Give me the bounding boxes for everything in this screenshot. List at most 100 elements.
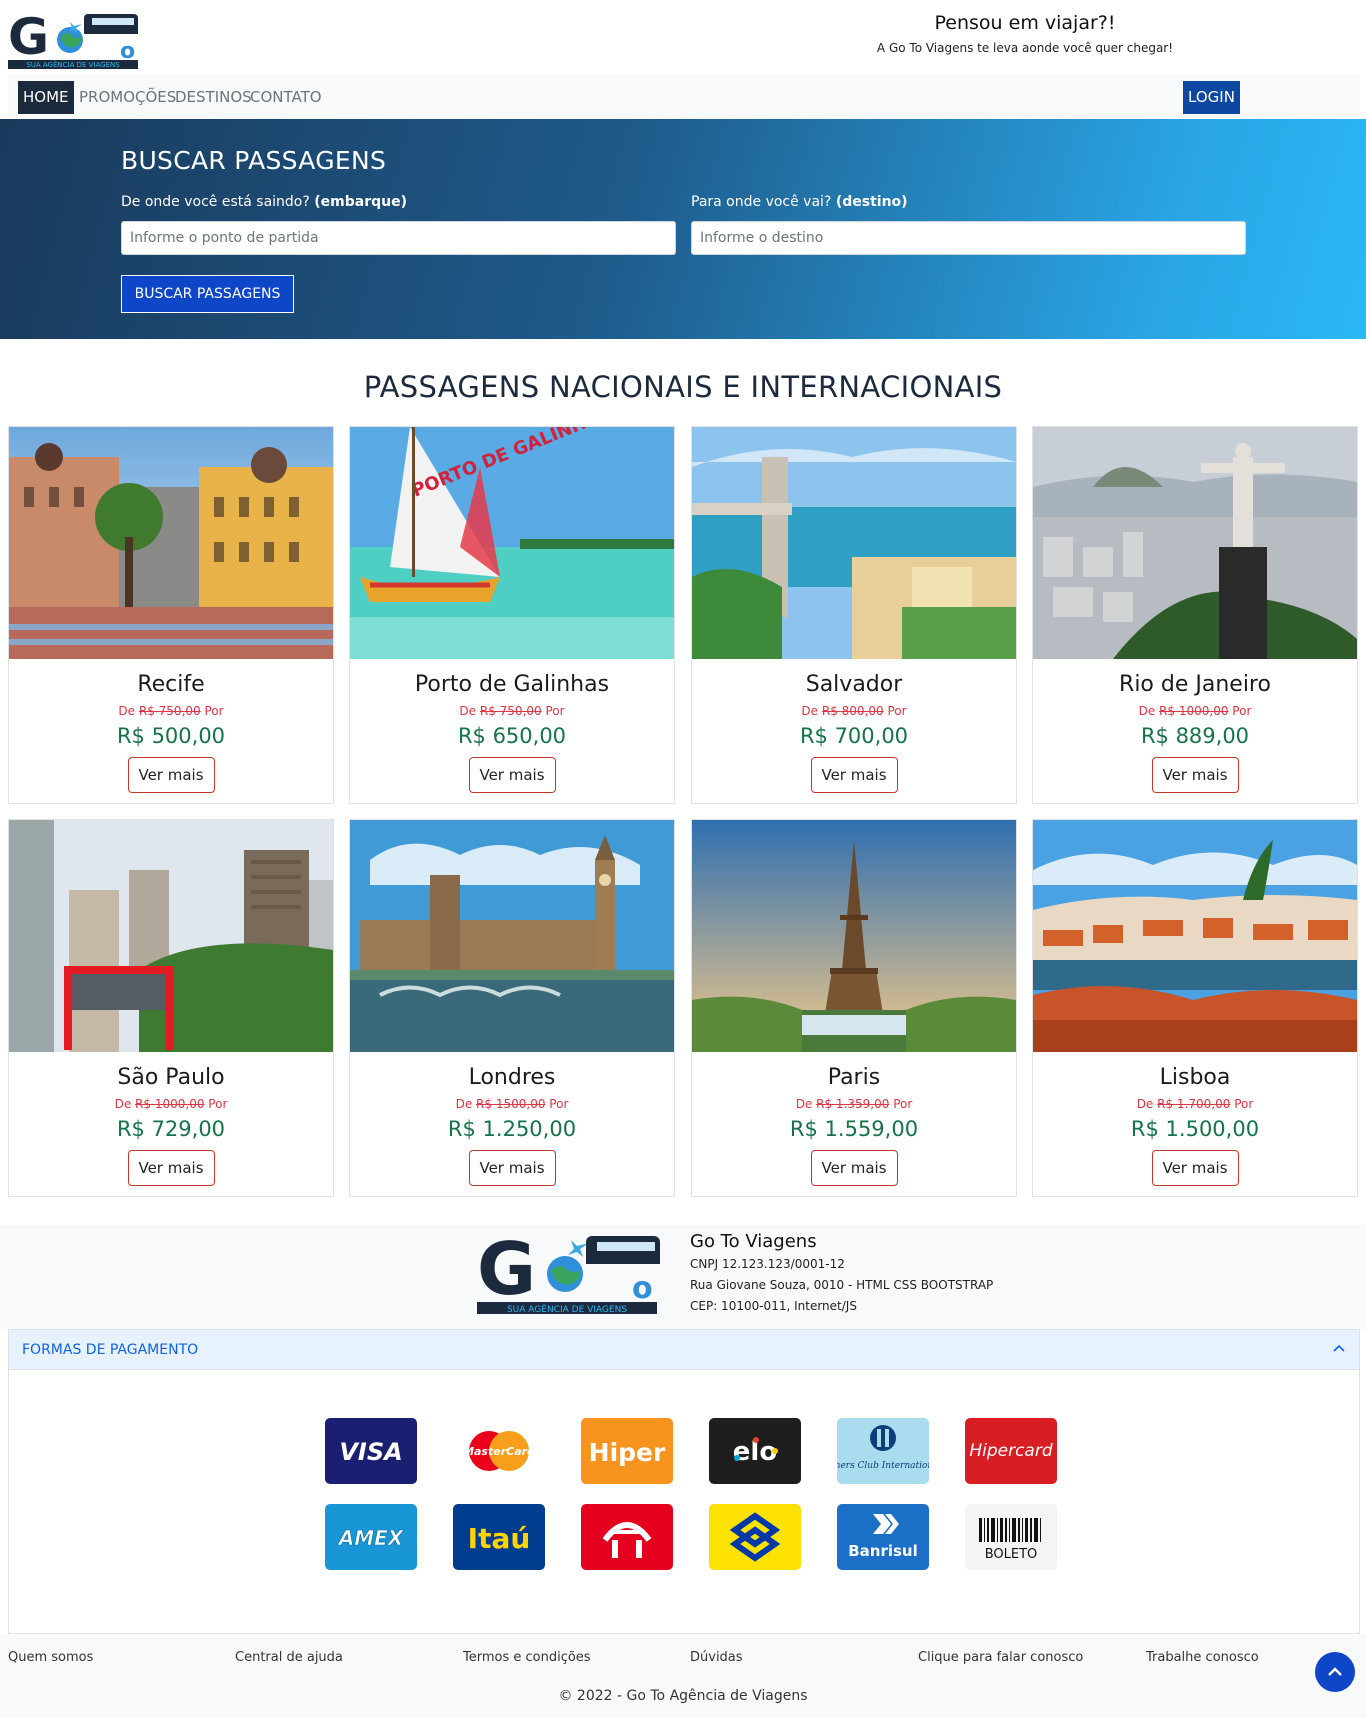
amex-logo: AMEX (325, 1504, 417, 1570)
bottom-footer: Quem somos Central de ajuda Termos e con… (0, 1634, 1366, 1718)
destination-label-text: Para onde você vai? (691, 194, 832, 210)
card-name: Recife (137, 672, 205, 697)
svg-text:AMEX: AMEX (337, 1526, 405, 1550)
chevron-up-icon (1333, 1344, 1345, 1352)
search-hero: BUSCAR PASSAGENS De onde você está saind… (0, 119, 1366, 339)
company-info-band: G o SUA AGÊNCIA DE VIAGENS Go To Viagens… (0, 1225, 1366, 1329)
scroll-to-top-button[interactable] (1315, 1652, 1355, 1692)
card-name: Paris (827, 1065, 881, 1090)
svg-text:G: G (8, 8, 49, 66)
new-price: R$ 700,00 (799, 724, 909, 748)
top-header: G o SUA AGÊNCIA DE VIAGENS Pensou em via… (0, 0, 1366, 75)
old-price: De R$ 1000,00 Por (114, 1097, 228, 1111)
card-name: São Paulo (117, 1065, 225, 1090)
company-info: Go To Viagens CNPJ 12.123.123/0001-12 Ru… (690, 1230, 993, 1317)
destination-card-recife[interactable]: Recife De R$ 750,00 Por R$ 500,00 Ver ma… (8, 426, 334, 804)
elo-logo: elo (709, 1418, 801, 1484)
ver-mais-button[interactable]: Ver mais (468, 1150, 556, 1186)
paris-photo (692, 820, 1016, 1052)
old-price: De R$ 800,00 Por (801, 704, 907, 718)
footer-link-fale-conosco[interactable]: Clique para falar conosco (918, 1650, 1083, 1665)
card-name: Londres (468, 1065, 556, 1090)
old-price: De R$ 1000,00 Por (1138, 704, 1252, 718)
svg-text:SUA AGÊNCIA DE VIAGENS: SUA AGÊNCIA DE VIAGENS (26, 60, 120, 69)
nav-home[interactable]: HOME (18, 81, 74, 114)
destination-card-salvador[interactable]: Salvador De R$ 800,00 Por R$ 700,00 Ver … (691, 426, 1017, 804)
origin-input[interactable] (121, 221, 676, 255)
porto-de-galinhas-photo: PORTO DE GALINHAS (350, 427, 674, 659)
banrisul-logo: Banrisul (837, 1504, 929, 1570)
ver-mais-button[interactable]: Ver mais (810, 757, 898, 793)
lisboa-photo (1033, 820, 1357, 1052)
ver-mais-button[interactable]: Ver mais (127, 757, 215, 793)
new-price: R$ 500,00 (116, 724, 226, 748)
footer-link-duvidas[interactable]: Dúvidas (690, 1650, 743, 1665)
new-price: R$ 729,00 (116, 1117, 226, 1141)
card-name: Rio de Janeiro (1119, 672, 1271, 697)
ver-mais-button[interactable]: Ver mais (810, 1150, 898, 1186)
old-price: De R$ 750,00 Por (459, 704, 565, 718)
bancodobrasil-logo (709, 1504, 801, 1570)
rio-de-janeiro-photo (1033, 427, 1357, 659)
company-address: Rua Giovane Souza, 0010 - HTML CSS BOOTS… (690, 1278, 994, 1292)
origin-label-bold: (embarque) (314, 194, 407, 210)
goto-logo[interactable]: G o SUA AGÊNCIA DE VIAGENS (8, 8, 152, 70)
tagline-subtitle: A Go To Viagens te leva aonde você quer … (876, 41, 1174, 55)
diners-logo: Diners Club International (837, 1418, 929, 1484)
svg-text:Itaú: Itaú (468, 1522, 531, 1555)
hipercard-logo: Hipercard (965, 1418, 1057, 1484)
old-price: De R$ 1.700,00 Por (1136, 1097, 1254, 1111)
footer-link-trabalhe-conosco[interactable]: Trabalhe conosco (1146, 1650, 1259, 1665)
chevron-up-icon (1328, 1667, 1342, 1676)
destination-input[interactable] (691, 221, 1246, 255)
ver-mais-button[interactable]: Ver mais (127, 1150, 215, 1186)
new-price: R$ 1.250,00 (447, 1117, 577, 1141)
destination-card-sao-paulo[interactable]: São Paulo De R$ 1000,00 Por R$ 729,00 Ve… (8, 819, 334, 1197)
footer-link-central-de-ajuda[interactable]: Central de ajuda (235, 1650, 343, 1665)
nav-contato[interactable]: CONTATO (245, 81, 327, 114)
ver-mais-button[interactable]: Ver mais (1151, 757, 1239, 793)
nav-promocoes[interactable]: PROMOÇÕES (74, 81, 181, 114)
old-price: De R$ 1500,00 Por (455, 1097, 569, 1111)
card-name: Lisboa (1159, 1065, 1231, 1090)
payments-title: FORMAS DE PAGAMENTO (22, 1342, 199, 1358)
header-tagline: Pensou em viajar?! A Go To Viagens te le… (850, 10, 1200, 55)
new-price: R$ 650,00 (457, 724, 567, 748)
new-price: R$ 1.500,00 (1130, 1117, 1260, 1141)
destination-card-paris[interactable]: Paris De R$ 1.359,00 Por R$ 1.559,00 Ver… (691, 819, 1017, 1197)
new-price: R$ 889,00 (1140, 724, 1250, 748)
search-button[interactable]: BUSCAR PASSAGENS (121, 275, 294, 313)
card-name: Salvador (805, 672, 903, 697)
company-cep: CEP: 10100-011, Internet/JS (690, 1299, 857, 1313)
destination-card-lisboa[interactable]: Lisboa De R$ 1.700,00 Por R$ 1.500,00 Ve… (1032, 819, 1358, 1197)
login-button[interactable]: LOGIN (1183, 81, 1240, 114)
payments-accordion: FORMAS DE PAGAMENTO VISA MasterCard Hipe… (8, 1329, 1360, 1634)
svg-text:Hiper: Hiper (589, 1438, 666, 1467)
payment-methods-grid: VISA MasterCard Hiper elo Diners Club In… (9, 1370, 1359, 1633)
company-name: Go To Viagens (690, 1231, 817, 1252)
new-price: R$ 1.559,00 (789, 1117, 919, 1141)
nav-destinos[interactable]: DESTINOS (170, 81, 257, 114)
ver-mais-button[interactable]: Ver mais (1151, 1150, 1239, 1186)
svg-text:MasterCard: MasterCard (463, 1445, 535, 1458)
goto-logo-footer: G o SUA AGÊNCIA DE VIAGENS (477, 1228, 660, 1315)
old-price: De R$ 750,00 Por (118, 704, 224, 718)
svg-text:o: o (632, 1271, 653, 1306)
origin-label-text: De onde você está saindo? (121, 194, 310, 210)
svg-text:G: G (477, 1228, 536, 1311)
search-title: BUSCAR PASSAGENS (121, 146, 387, 175)
payments-accordion-header[interactable]: FORMAS DE PAGAMENTO (9, 1330, 1359, 1370)
boleto-logo: BOLETO (965, 1504, 1057, 1570)
svg-text:SUA AGÊNCIA DE VIAGENS: SUA AGÊNCIA DE VIAGENS (507, 1303, 627, 1315)
ver-mais-button[interactable]: Ver mais (468, 757, 556, 793)
hiper-logo: Hiper (581, 1418, 673, 1484)
footer-link-termos[interactable]: Termos e condições (463, 1650, 591, 1665)
destination-card-porto-de-galinhas[interactable]: PORTO DE GALINHAS Porto de Galinhas De R… (349, 426, 675, 804)
destination-card-rio-de-janeiro[interactable]: Rio de Janeiro De R$ 1000,00 Por R$ 889,… (1032, 426, 1358, 804)
footer-link-quem-somos[interactable]: Quem somos (8, 1650, 93, 1665)
destination-card-londres[interactable]: Londres De R$ 1500,00 Por R$ 1.250,00 Ve… (349, 819, 675, 1197)
londres-photo (350, 820, 674, 1052)
destination-label-bold: (destino) (835, 194, 908, 210)
old-price: De R$ 1.359,00 Por (795, 1097, 913, 1111)
mastercard-logo: MasterCard (453, 1418, 545, 1484)
